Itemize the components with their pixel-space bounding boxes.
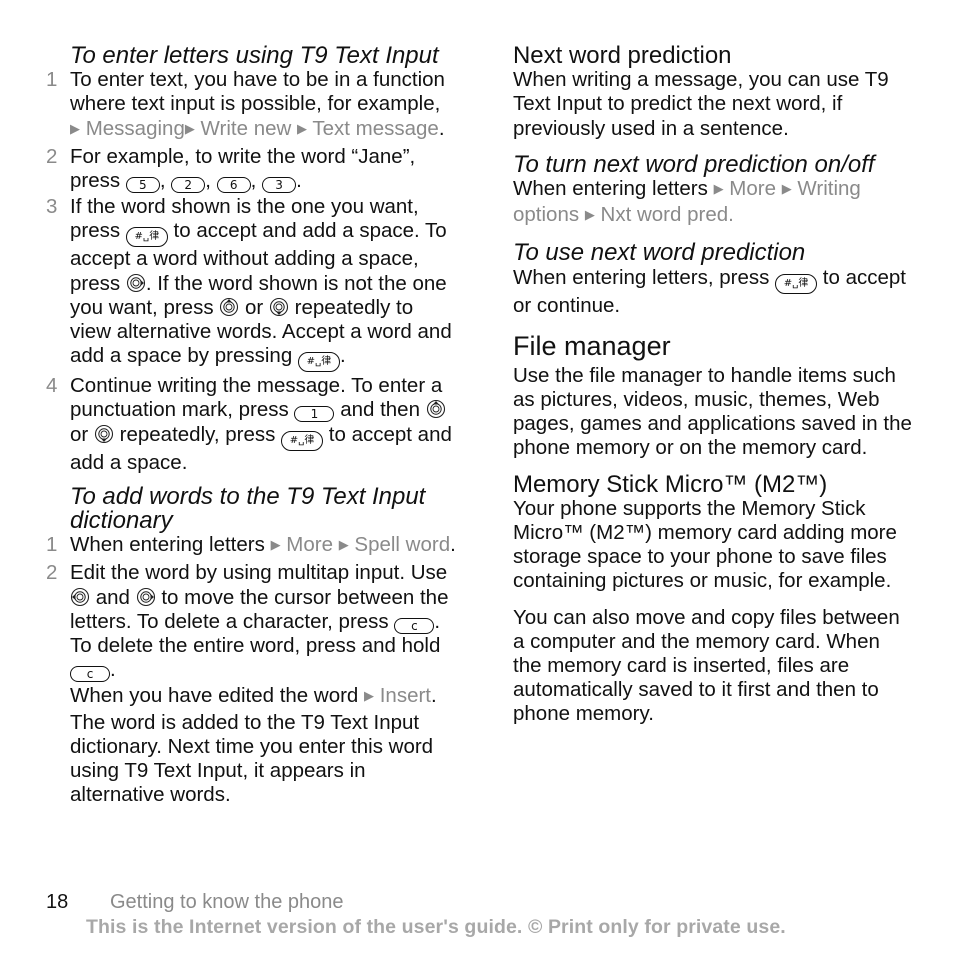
paragraph: When entering letters, press #␣律 to acce…	[513, 266, 913, 318]
heading-add-words: To add words to the T9 Text Input dictio…	[70, 482, 426, 535]
paragraph: Your phone supports the Memory Stick Mic…	[513, 496, 897, 593]
subheading-memory-stick: Memory Stick Micro™ (M2™)	[513, 470, 828, 498]
menu-arrow-icon: ▶	[584, 207, 595, 223]
step-text: When entering letters	[70, 533, 265, 557]
key-c-icon: c	[70, 666, 110, 683]
step-number: 1	[46, 68, 58, 92]
hash-key-icon: #␣律	[297, 352, 340, 373]
right-column: Next word prediction When writing a mess…	[513, 42, 913, 727]
step-item: 3 If the word shown is the one you want,…	[46, 195, 456, 373]
menu-item-insert: Insert	[379, 684, 432, 708]
key-5-icon: 5	[125, 177, 160, 194]
menu-item-more: More	[729, 177, 776, 201]
step-text: and then	[340, 398, 420, 422]
step-number: 2	[46, 561, 58, 585]
step-number: 2	[46, 144, 58, 168]
section-title-file-manager: File manager	[513, 330, 671, 361]
menu-arrow-icon: ▶	[781, 181, 792, 197]
nav-up-icon	[219, 297, 239, 317]
step-text: or	[244, 295, 264, 319]
paragraph: You can also move and copy files between…	[513, 605, 900, 726]
nav-right-icon	[136, 587, 156, 607]
step-text: .	[450, 533, 456, 557]
menu-item-more: More	[286, 533, 333, 557]
step-text: or	[70, 422, 89, 446]
step-text: When entering letters	[513, 177, 708, 201]
step-text: When entering letters, press	[513, 265, 770, 289]
nav-right-icon	[126, 273, 146, 293]
menu-item-text-message: Text message	[312, 116, 439, 140]
page-footer: 18 Getting to know the phone	[46, 890, 344, 914]
page-number: 18	[46, 891, 69, 913]
paragraph: When entering letters ▶ More ▶ Writing o…	[513, 177, 913, 229]
nav-down-icon	[94, 424, 114, 444]
heading-t9-input: To enter letters using T9 Text Input	[70, 42, 439, 69]
key-1-icon: 1	[294, 406, 335, 423]
menu-arrow-icon: ▶	[364, 688, 375, 704]
left-column: To enter letters using T9 Text Input 1 T…	[46, 42, 456, 809]
heading-use-prediction: To use next word prediction	[513, 239, 806, 267]
heading-turn-on-off: To turn next word prediction on/off	[513, 150, 875, 178]
step-text: repeatedly, press	[119, 422, 276, 446]
menu-item-messaging: Messaging	[85, 116, 185, 140]
menu-arrow-icon: ▶	[270, 537, 281, 553]
step-text: When you have edited the word	[70, 684, 359, 708]
key-c-icon: c	[394, 617, 435, 634]
step-number: 4	[46, 374, 58, 398]
subheading-next-word-prediction: Next word prediction	[513, 42, 732, 69]
nav-left-icon	[70, 587, 90, 607]
key-6-icon: 6	[216, 177, 251, 194]
nav-up-icon	[426, 399, 446, 419]
step-item: 2 Edit the word by using multitap input.…	[46, 561, 456, 807]
step-text: and	[95, 585, 130, 609]
menu-item-spell-word: Spell word	[354, 533, 451, 557]
paragraph: Use the file manager to handle items suc…	[513, 363, 912, 460]
step-number: 3	[46, 195, 58, 219]
menu-item-write-new: Write new	[200, 116, 292, 140]
menu-arrow-icon: ▶	[184, 120, 195, 136]
step-item: 4 Continue writing the message. To enter…	[46, 374, 456, 475]
key-2-icon: 2	[171, 177, 206, 194]
step-text: Edit the word by using multitap input. U…	[70, 561, 448, 585]
paragraph: When writing a message, you can use T9 T…	[513, 68, 889, 140]
nav-down-icon	[269, 297, 289, 317]
menu-arrow-icon: ▶	[713, 181, 724, 197]
menu-item-nxt-word-pred: Nxt word pred.	[600, 203, 734, 227]
hash-key-icon: #␣律	[125, 227, 168, 248]
menu-arrow-icon: ▶	[338, 537, 349, 553]
step-text: To enter text, you have to be in a funct…	[70, 68, 445, 116]
step-text: .	[110, 658, 116, 682]
step-item: 1 When entering letters ▶ More ▶ Spell w…	[46, 533, 456, 559]
hash-key-icon: #␣律	[775, 273, 818, 294]
menu-arrow-icon: ▶	[70, 120, 80, 136]
step-item: 1 To enter text, you have to be in a fun…	[46, 68, 445, 140]
hash-key-icon: #␣律	[281, 430, 324, 451]
section-name: Getting to know the phone	[110, 891, 344, 913]
key-3-icon: 3	[262, 177, 297, 194]
step-text: .	[339, 344, 346, 368]
step-number: 1	[46, 533, 58, 557]
internet-version-notice: This is the Internet version of the user…	[86, 916, 786, 938]
step-item: 2 For example, to write the word “Jane”,…	[46, 144, 416, 194]
menu-arrow-icon: ▶	[297, 120, 308, 136]
